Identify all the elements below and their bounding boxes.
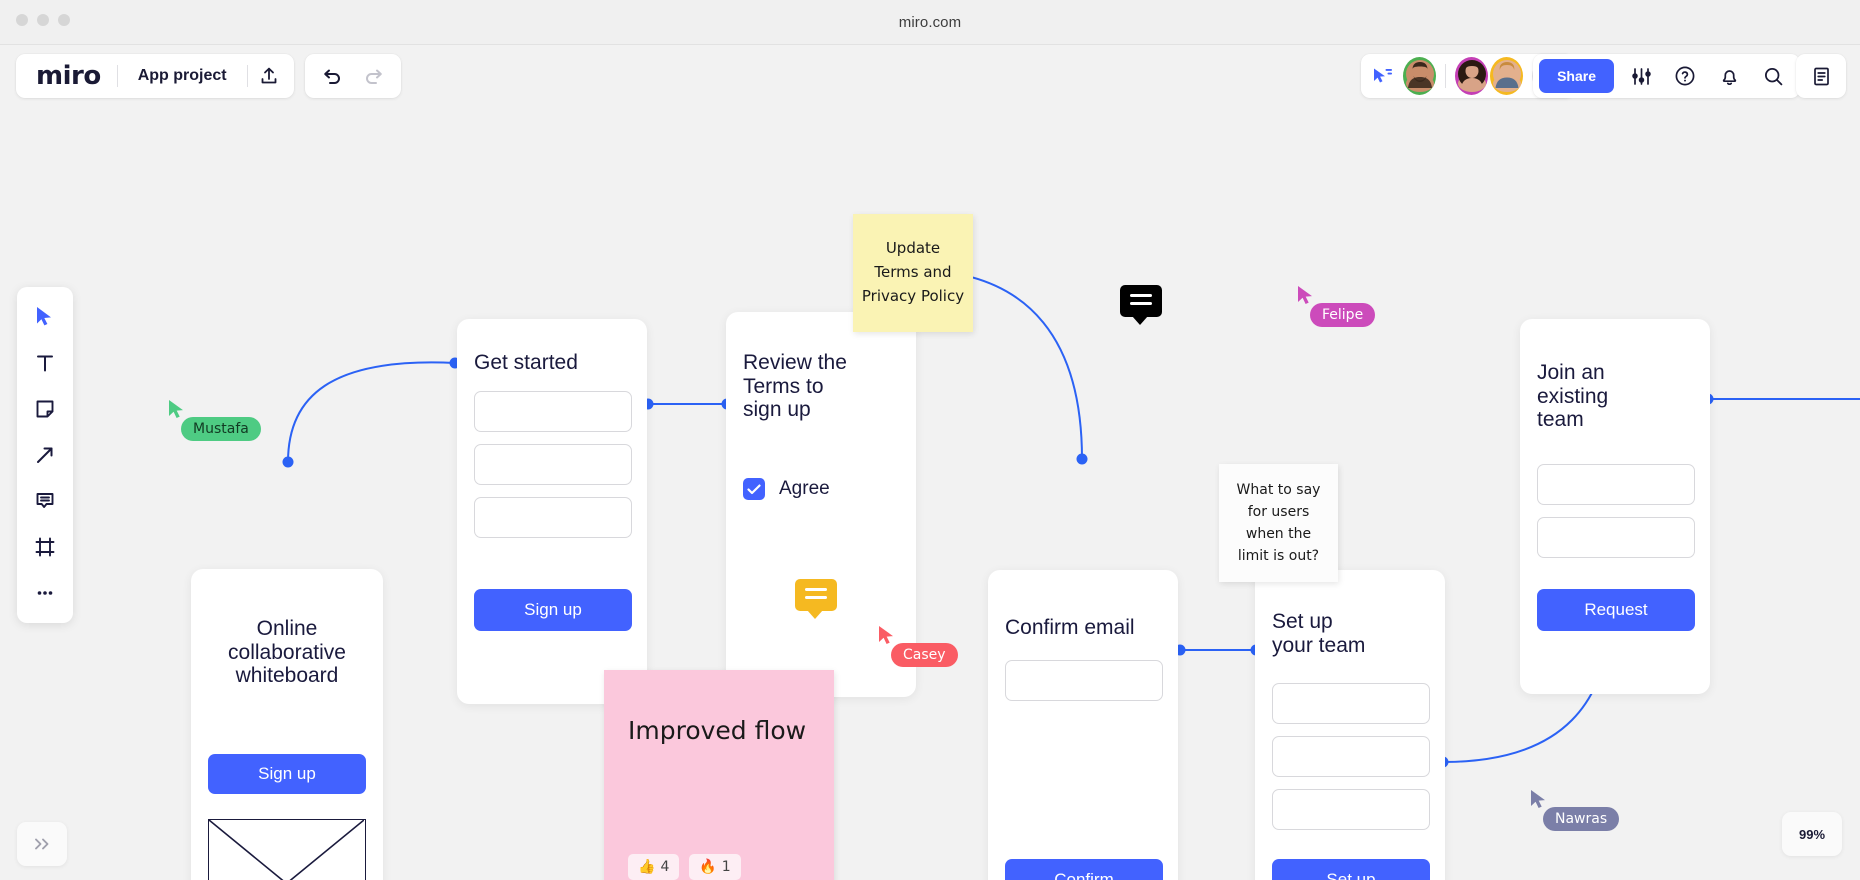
- text-tool[interactable]: [25, 343, 65, 383]
- agree-checkbox-row[interactable]: Agree: [743, 478, 830, 500]
- input-field[interactable]: [1272, 683, 1430, 724]
- input-field[interactable]: [1005, 660, 1163, 701]
- reaction-fire[interactable]: 🔥 1: [689, 854, 741, 880]
- more-tools[interactable]: [25, 573, 65, 613]
- cursor-share-icon[interactable]: [1371, 66, 1393, 86]
- screen-join-team-title: Join an existing team: [1537, 361, 1609, 432]
- avatar[interactable]: [1490, 57, 1523, 95]
- screen-setup-team-title: Set up your team: [1272, 610, 1366, 657]
- screen-confirm-email[interactable]: Confirm email Confirm: [988, 570, 1178, 880]
- cursor-icon: [37, 307, 51, 326]
- input-field[interactable]: [474, 391, 632, 432]
- more-dots-icon: [37, 591, 53, 595]
- image-placeholder-icon: [208, 819, 366, 880]
- input-field[interactable]: [1272, 736, 1430, 777]
- browser-url-text: miro.com: [898, 14, 962, 31]
- comment-lines-icon: [1130, 294, 1152, 305]
- cursor-label-mustafa: Mustafa: [181, 417, 261, 441]
- share-button[interactable]: Share: [1539, 59, 1614, 93]
- agree-checkbox[interactable]: [743, 478, 765, 500]
- avatar[interactable]: [1403, 57, 1436, 95]
- text-icon: [37, 355, 53, 372]
- redo-icon[interactable]: [353, 55, 395, 97]
- reaction-thumbsup-count: 4: [660, 859, 670, 875]
- divider: [1445, 64, 1446, 88]
- screen-setup-team-setup-button[interactable]: Set up: [1272, 859, 1430, 880]
- help-circle-icon[interactable]: [1664, 55, 1706, 97]
- fire-icon: 🔥: [699, 859, 717, 875]
- select-tool[interactable]: [25, 297, 65, 337]
- panel-expander-button[interactable]: [17, 822, 67, 866]
- sticky-note-limit-question[interactable]: What to say for users when the limit is …: [1219, 464, 1338, 582]
- notes-panel-icon[interactable]: [1800, 55, 1842, 97]
- whiteboard-canvas[interactable]: Online collaborative whiteboard Sign up …: [0, 107, 1860, 880]
- screen-get-started-title: Get started: [474, 351, 578, 374]
- reaction-row: 👍 4 🔥 1: [628, 854, 741, 880]
- screen-landing-title: Online collaborative whiteboard: [228, 617, 346, 688]
- screen-confirm-email-confirm-button[interactable]: Confirm: [1005, 859, 1163, 880]
- app-header: miro App project Share: [0, 45, 1860, 107]
- cursor-label-casey: Casey: [891, 643, 958, 667]
- search-icon[interactable]: [1752, 55, 1794, 97]
- upload-icon[interactable]: [248, 55, 290, 97]
- screen-landing[interactable]: Online collaborative whiteboard Sign up: [191, 569, 383, 880]
- input-field[interactable]: [1537, 464, 1695, 505]
- sticky-note-improved-flow[interactable]: Improved flow 👍 4 🔥 1: [604, 670, 834, 880]
- tool-palette: [17, 287, 73, 623]
- sliders-icon[interactable]: [1620, 55, 1662, 97]
- screen-confirm-email-title: Confirm email: [1005, 616, 1135, 639]
- browser-chrome: miro.com: [0, 0, 1860, 45]
- sticky-note-icon: [36, 400, 54, 418]
- sticky-note-tool[interactable]: [25, 389, 65, 429]
- screen-get-started[interactable]: Get started Sign up: [457, 319, 647, 704]
- comment-bubble-black[interactable]: [1120, 285, 1162, 325]
- header-history-group: [305, 54, 401, 98]
- header-notes-group: [1796, 54, 1846, 98]
- header-left-group: miro App project: [16, 54, 294, 98]
- bell-icon[interactable]: [1708, 55, 1750, 97]
- screen-review-terms-title: Review the Terms to sign up: [743, 351, 847, 422]
- comment-icon: [36, 493, 54, 508]
- avatar[interactable]: [1455, 57, 1488, 95]
- chevron-right-double-icon: [34, 838, 48, 850]
- screen-landing-signup-button[interactable]: Sign up: [208, 754, 366, 794]
- reaction-thumbsup[interactable]: 👍 4: [628, 854, 680, 880]
- comment-bubble-amber[interactable]: [795, 579, 837, 619]
- reaction-fire-count: 1: [721, 859, 731, 875]
- sticky-note-improved-flow-text: Improved flow: [628, 716, 807, 745]
- arrow-icon: [37, 447, 53, 463]
- thumbs-up-icon: 👍: [638, 859, 656, 875]
- comment-lines-icon: [805, 588, 827, 599]
- cursor-label-nawras: Nawras: [1543, 807, 1620, 831]
- connector-tool[interactable]: [25, 435, 65, 475]
- screen-get-started-signup-button[interactable]: Sign up: [474, 589, 632, 631]
- input-field[interactable]: [1272, 789, 1430, 830]
- input-field[interactable]: [474, 497, 632, 538]
- frame-tool[interactable]: [25, 527, 65, 567]
- sticky-note-update-terms[interactable]: Update Terms and Privacy Policy: [853, 214, 973, 332]
- comment-tool[interactable]: [25, 481, 65, 521]
- input-field[interactable]: [1537, 517, 1695, 558]
- frame-icon: [35, 537, 55, 557]
- cursor-label-felipe: Felipe: [1310, 303, 1376, 327]
- zoom-level-badge[interactable]: 99%: [1782, 812, 1842, 856]
- screen-setup-team[interactable]: Set up your team Set up: [1255, 570, 1445, 880]
- miro-logo[interactable]: miro: [20, 61, 117, 91]
- project-title[interactable]: App project: [118, 67, 247, 85]
- undo-icon[interactable]: [311, 55, 353, 97]
- screen-join-team[interactable]: Join an existing team Request: [1520, 319, 1710, 694]
- input-field[interactable]: [474, 444, 632, 485]
- screen-join-team-request-button[interactable]: Request: [1537, 589, 1695, 631]
- header-actions-group: Share: [1533, 54, 1800, 98]
- agree-checkbox-label: Agree: [779, 478, 830, 499]
